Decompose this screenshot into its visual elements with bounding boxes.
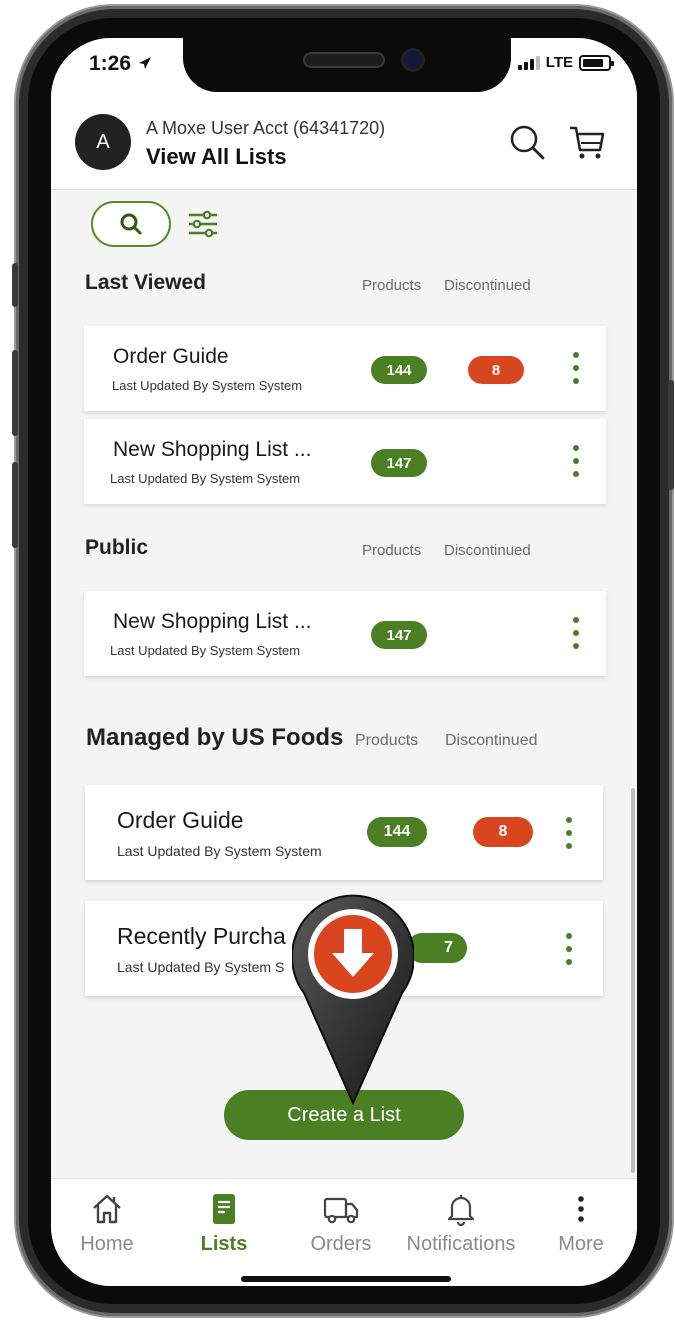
column-label-discontinued: Discontinued — [444, 277, 531, 294]
list-card-new-shopping-list[interactable]: New Shopping List ... Last Updated By Sy… — [84, 419, 606, 504]
column-label-discontinued: Discontinued — [445, 732, 538, 749]
nav-label: Home — [80, 1233, 134, 1255]
list-name: Order Guide — [113, 345, 229, 368]
location-arrow-icon — [138, 57, 151, 69]
more-options-icon[interactable] — [572, 617, 580, 649]
map-pin-pointer-icon — [292, 894, 414, 1105]
products-count-badge: 147 — [371, 621, 427, 649]
page-title: View All Lists — [146, 144, 287, 169]
list-card-public-shopping-list[interactable]: New Shopping List ... Last Updated By Sy… — [84, 591, 606, 676]
discontinued-count-badge: 8 — [473, 817, 533, 847]
cart-icon[interactable] — [567, 122, 607, 162]
nav-item-home[interactable]: Home — [51, 1191, 165, 1256]
list-updated-by: Last Updated By System System — [117, 843, 322, 859]
list-updated-by: Last Updated By System System — [110, 471, 301, 486]
nav-item-orders[interactable]: Orders — [283, 1191, 399, 1256]
search-toggle-button[interactable] — [91, 201, 171, 247]
column-label-products: Products — [362, 542, 422, 559]
section-title-managed: Managed by US Foods — [86, 724, 344, 751]
list-name: New Shopping List ... — [113, 610, 312, 633]
home-indicator — [241, 1276, 451, 1282]
nav-item-notifications[interactable]: Notifications — [403, 1191, 519, 1256]
section-title-last-viewed: Last Viewed — [85, 271, 206, 294]
nav-label: More — [558, 1233, 604, 1255]
list-updated-by: Last Updated By System System — [112, 378, 303, 393]
scrolled-section-header-fragment — [85, 708, 195, 714]
column-label-discontinued: Discontinued — [444, 542, 531, 559]
account-name: A Moxe User Acct (64341720) — [146, 118, 386, 138]
nav-label: Lists — [200, 1233, 248, 1255]
search-icon — [120, 213, 142, 235]
more-options-icon[interactable] — [565, 933, 573, 965]
more-options-icon[interactable] — [565, 817, 573, 849]
list-icon — [213, 1194, 235, 1224]
search-icon[interactable] — [507, 122, 547, 162]
section-title-public: Public — [85, 536, 149, 559]
mute-switch — [12, 263, 18, 307]
list-name: Order Guide — [117, 807, 244, 833]
nav-label: Notifications — [406, 1233, 516, 1255]
nav-item-more[interactable]: More — [523, 1191, 637, 1256]
more-vertical-icon — [578, 1196, 584, 1222]
power-button — [668, 380, 674, 490]
battery-icon — [579, 54, 614, 71]
list-card-managed-order-guide[interactable]: Order Guide Last Updated By System Syste… — [85, 785, 603, 880]
app-header: A A Moxe User Acct (64341720) View All L… — [51, 98, 637, 190]
status-indicators: LTE — [517, 54, 614, 71]
sliders-icon[interactable] — [187, 209, 219, 239]
products-count-badge: 144 — [371, 356, 427, 384]
home-icon — [93, 1194, 121, 1224]
discontinued-count-badge: 8 — [468, 356, 524, 384]
nav-label: Orders — [310, 1233, 372, 1255]
nav-item-lists[interactable]: Lists — [166, 1191, 282, 1256]
list-updated-by: Last Updated By System S — [117, 959, 285, 975]
status-time: 1:26 — [89, 52, 153, 76]
column-label-products: Products — [355, 732, 419, 749]
bell-icon — [447, 1195, 475, 1227]
more-options-icon[interactable] — [572, 445, 580, 477]
signal-icon — [517, 55, 540, 70]
front-camera — [401, 48, 425, 72]
truck-icon — [323, 1197, 359, 1224]
list-card-order-guide[interactable]: Order Guide Last Updated By System Syste… — [84, 326, 606, 411]
volume-down-button — [12, 462, 18, 548]
list-updated-by: Last Updated By System System — [110, 643, 301, 658]
column-label-products: Products — [362, 277, 422, 294]
products-count-badge: 144 — [367, 817, 427, 847]
speaker-grille — [303, 52, 385, 68]
avatar[interactable]: A — [75, 114, 131, 170]
network-label: LTE — [545, 54, 573, 71]
list-name: New Shopping List ... — [113, 438, 312, 461]
volume-up-button — [12, 350, 18, 436]
products-count-badge: 147 — [371, 449, 427, 477]
bottom-nav: Home Lists Orders Notifications More — [51, 1178, 637, 1286]
list-name: Recently Purcha — [117, 923, 286, 949]
more-options-icon[interactable] — [572, 352, 580, 384]
products-count-badge: 7 — [407, 933, 467, 963]
notch — [183, 38, 511, 92]
scrollbar[interactable] — [631, 788, 635, 1173]
